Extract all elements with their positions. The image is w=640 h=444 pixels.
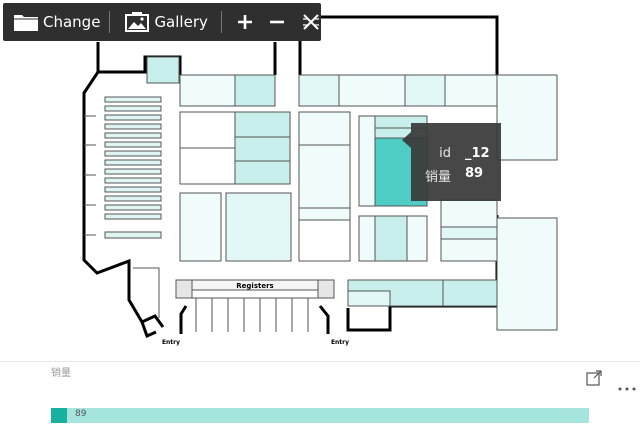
entry-right-label: Entry xyxy=(331,339,349,346)
top-shelves xyxy=(146,56,498,107)
expand-icon[interactable] xyxy=(586,370,602,386)
legend-swatch xyxy=(51,408,67,423)
folder-icon xyxy=(13,12,39,32)
reset-view-button[interactable] xyxy=(302,3,320,41)
change-button[interactable]: Change xyxy=(13,3,100,41)
zoom-in-button[interactable] xyxy=(236,3,254,41)
floorplan-svg: Registers Entry Entry xyxy=(82,15,558,346)
toolbar-separator xyxy=(109,11,111,33)
tooltip-id-key: id xyxy=(439,146,451,161)
tooltip-id-value: _12 xyxy=(465,146,490,161)
divider xyxy=(0,361,640,362)
lower-center-shelves xyxy=(358,199,498,262)
change-label: Change xyxy=(43,13,101,31)
gallery-label: Gallery xyxy=(154,13,208,31)
reset-view-icon xyxy=(302,13,320,31)
gallery-button[interactable]: Gallery xyxy=(125,3,208,41)
left-shelving xyxy=(104,96,162,239)
map-toolbar: Change Gallery xyxy=(3,3,321,41)
legend-bar xyxy=(51,408,589,423)
right-blocks xyxy=(496,74,558,331)
registers-label: Registers xyxy=(236,282,273,290)
more-options-icon[interactable] xyxy=(618,376,636,391)
center-left-shelves xyxy=(179,111,292,262)
zoom-in-icon xyxy=(236,13,254,31)
bottom-right-shelves xyxy=(347,279,498,307)
gallery-icon xyxy=(125,12,150,32)
zoom-out-button[interactable] xyxy=(268,3,286,41)
tooltip-sales-value: 89 xyxy=(465,166,484,181)
center-column xyxy=(298,111,351,262)
legend-value-label: 89 xyxy=(75,409,87,419)
wall-ticks xyxy=(84,115,96,236)
zoom-out-icon xyxy=(268,13,286,31)
tooltip: id _12 销量 89 xyxy=(402,123,501,201)
floorplan-map[interactable]: Registers Entry Entry Change Gallery id … xyxy=(0,0,640,360)
legend-title: 销量 xyxy=(51,368,71,379)
tooltip-sales-key: 销量 xyxy=(424,170,451,185)
toolbar-separator xyxy=(220,11,222,33)
entry-left-label: Entry xyxy=(162,339,180,346)
